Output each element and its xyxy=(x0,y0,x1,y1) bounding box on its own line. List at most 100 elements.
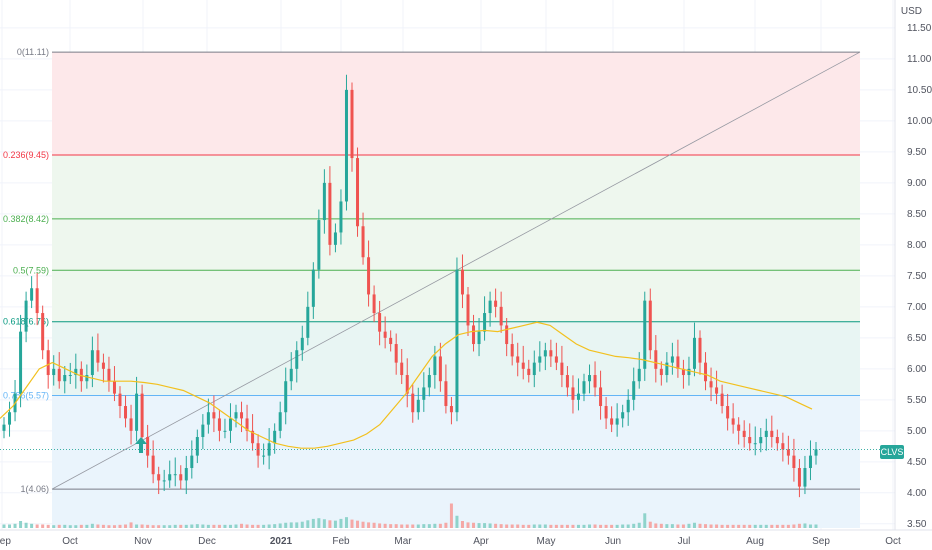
candle-body xyxy=(35,288,39,314)
candle-body xyxy=(571,387,575,400)
volume-bar xyxy=(422,524,426,528)
candle-body xyxy=(527,368,531,376)
volume-bar xyxy=(317,518,321,528)
candle-body xyxy=(643,300,647,369)
candle-body xyxy=(234,412,238,419)
volume-bar xyxy=(433,523,437,528)
candle-body xyxy=(731,418,735,425)
candle-body xyxy=(289,368,293,382)
candle-body xyxy=(665,362,669,376)
candle-body xyxy=(295,350,299,369)
candle-body xyxy=(300,337,304,351)
volume-bar xyxy=(532,524,536,528)
candle-body xyxy=(184,468,188,481)
time-tick-label: Oct xyxy=(885,536,901,547)
volume-bar xyxy=(466,522,470,528)
volume-bar xyxy=(212,524,216,528)
volume-bar xyxy=(74,525,78,528)
volume-bar xyxy=(632,523,636,528)
volume-bar xyxy=(63,524,67,528)
candle-body xyxy=(223,430,227,432)
volume-bar xyxy=(438,523,442,528)
time-tick-label: Dec xyxy=(198,536,216,547)
volume-bar xyxy=(129,522,133,528)
candle-body xyxy=(179,474,183,481)
volume-bar xyxy=(311,518,315,528)
fib-level-label: 0.236(9.45) xyxy=(3,150,49,160)
volume-bar xyxy=(715,524,719,528)
candle-body xyxy=(803,468,807,487)
candle-body xyxy=(400,362,404,376)
candle-body xyxy=(726,406,730,419)
volume-bar xyxy=(300,521,304,528)
candle-body xyxy=(554,356,558,363)
volume-bar xyxy=(13,523,17,528)
volume-bar xyxy=(173,524,177,528)
candle-body xyxy=(90,350,94,376)
volume-bar xyxy=(416,524,420,528)
candle-body xyxy=(206,412,210,425)
price-tick-label: 6.50 xyxy=(907,333,927,344)
symbol-badge: CLVS xyxy=(880,445,904,459)
volume-bar xyxy=(85,524,89,528)
fib-level-label: 0.786(5.57) xyxy=(3,390,49,400)
candle-body xyxy=(676,356,680,369)
volume-bar xyxy=(367,522,371,528)
price-chart[interactable]: 0(11.11) 0.236(9.45) 0.382(8.42) 0.5(7.59) 0… xyxy=(0,0,932,550)
candle-body xyxy=(715,387,719,394)
volume-bar xyxy=(665,524,669,528)
candle-body xyxy=(284,381,288,413)
volume-bar xyxy=(488,523,492,528)
volume-bar xyxy=(245,524,249,528)
candle-body xyxy=(333,232,337,245)
volume-bar xyxy=(643,513,647,528)
candle-body xyxy=(814,449,818,456)
volume-bar xyxy=(146,524,150,528)
volume-bar xyxy=(223,524,227,528)
candle-body xyxy=(560,362,564,376)
candle-body xyxy=(389,337,393,345)
candle-body xyxy=(8,412,12,425)
volume-bar xyxy=(753,524,757,528)
candle-body xyxy=(228,418,232,431)
candle-body xyxy=(632,381,636,400)
volume-bar xyxy=(400,524,404,528)
candle-body xyxy=(367,257,371,295)
fib-level-label: 0.382(8.42) xyxy=(3,214,49,224)
candle-body xyxy=(576,393,580,400)
volume-bar xyxy=(505,524,509,528)
volume-bar xyxy=(411,524,415,528)
volume-bar xyxy=(278,523,282,528)
candle-body xyxy=(378,313,382,332)
time-tick-label: Jun xyxy=(605,536,621,547)
candle-body xyxy=(273,430,277,444)
fib-band xyxy=(52,154,860,219)
candle-body xyxy=(781,443,785,450)
volume-bar xyxy=(201,524,205,528)
volume-bar xyxy=(140,524,144,528)
volume-bar xyxy=(681,524,685,528)
price-tick-label: 4.50 xyxy=(907,457,927,468)
candle-body xyxy=(759,437,763,444)
time-tick-label: Aug xyxy=(746,536,764,547)
candle-body xyxy=(438,356,442,382)
volume-bar xyxy=(803,523,807,528)
volume-bar xyxy=(527,524,531,528)
price-tick-label: 7.00 xyxy=(907,302,927,313)
candle-body xyxy=(162,480,166,482)
candle-body xyxy=(361,226,365,258)
volume-bar xyxy=(273,524,277,528)
candle-body xyxy=(604,406,608,419)
candle-body xyxy=(599,387,603,407)
volume-bar xyxy=(41,524,45,528)
volume-bar xyxy=(339,518,343,528)
candle-body xyxy=(372,294,376,314)
volume-bar xyxy=(179,524,183,528)
volume-bar xyxy=(389,524,393,528)
price-tick-label: 5.50 xyxy=(907,395,927,406)
volume-bar xyxy=(378,523,382,528)
candle-body xyxy=(742,430,746,438)
candle-body xyxy=(427,375,431,388)
volume-bar xyxy=(626,524,630,528)
candle-body xyxy=(687,368,691,376)
